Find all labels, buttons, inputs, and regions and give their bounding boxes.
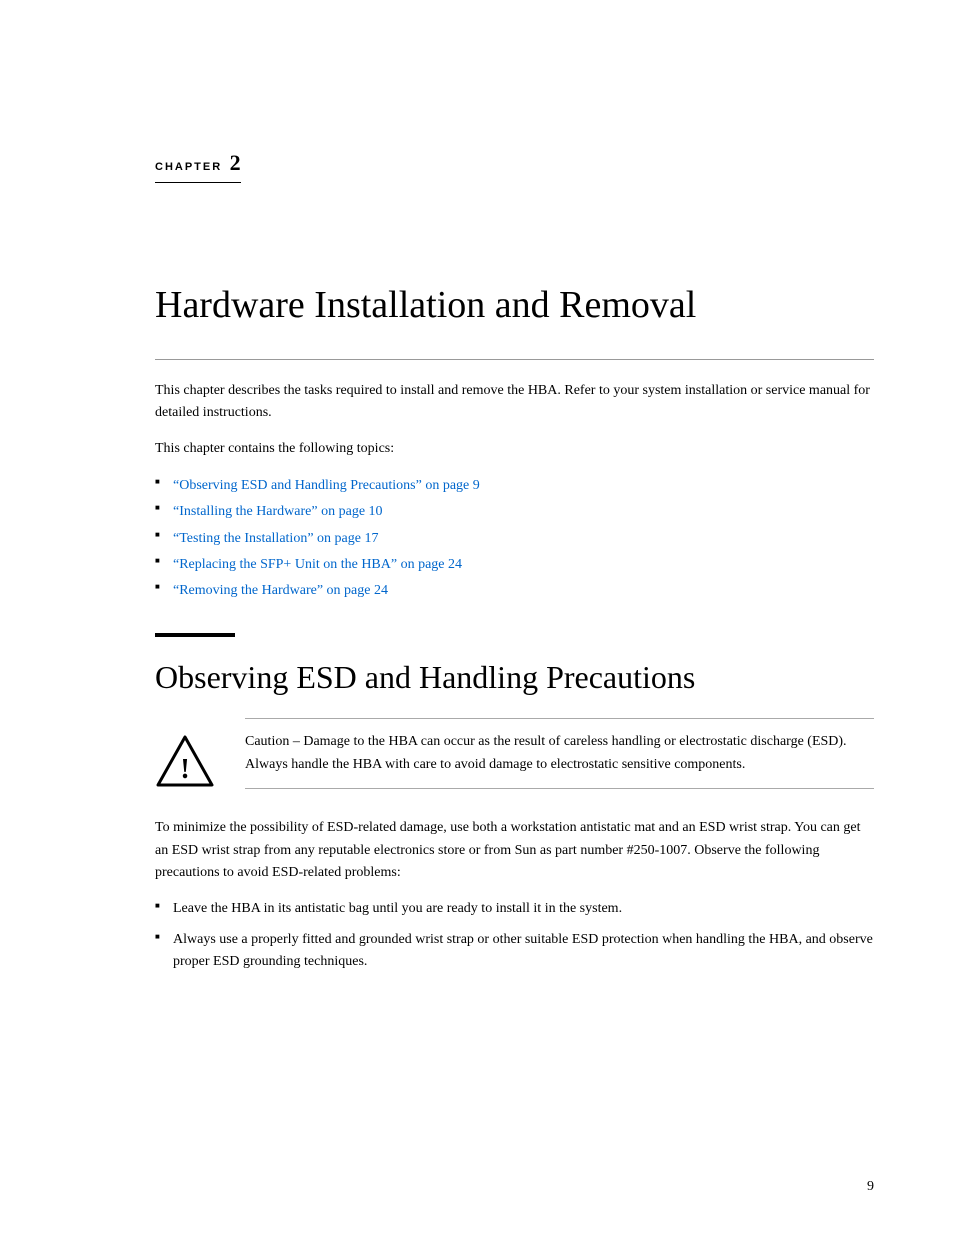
topic-link-4[interactable]: “Replacing the SFP+ Unit on the HBA” on … (173, 557, 462, 572)
intro-paragraph-2: This chapter contains the following topi… (155, 438, 874, 460)
caution-label: Caution – (245, 734, 300, 749)
chapter-divider (155, 359, 874, 360)
list-item: “Testing the Installation” on page 17 (155, 528, 874, 550)
esd-paragraph: To minimize the possibility of ESD-relat… (155, 817, 874, 884)
chapter-title: Hardware Installation and Removal (155, 283, 874, 329)
topics-list: “Observing ESD and Handling Precautions”… (155, 475, 874, 603)
caution-text: Caution – Damage to the HBA can occur as… (245, 718, 874, 789)
caution-box: ! Caution – Damage to the HBA can occur … (155, 718, 874, 797)
list-item: “Observing ESD and Handling Precautions”… (155, 475, 874, 497)
section-divider-bar (155, 633, 235, 637)
list-item: “Installing the Hardware” on page 10 (155, 501, 874, 523)
chapter-label: Chapter (155, 161, 222, 173)
topic-link-5[interactable]: “Removing the Hardware” on page 24 (173, 583, 388, 598)
caution-body: Damage to the HBA can occur as the resul… (245, 734, 847, 771)
page: Chapter 2 Hardware Installation and Remo… (0, 0, 954, 1235)
list-item: “Removing the Hardware” on page 24 (155, 580, 874, 602)
warning-triangle-icon: ! (155, 732, 215, 792)
chapter-label-area: Chapter 2 (155, 150, 241, 183)
esd-bullet-list: Leave the HBA in its antistatic bag unti… (155, 898, 874, 973)
intro-paragraph-1: This chapter describes the tasks require… (155, 380, 874, 425)
list-item: Always use a properly fitted and grounde… (155, 929, 874, 974)
caution-icon: ! (155, 732, 215, 797)
caution-icon-col: ! (155, 718, 245, 797)
content-area: Chapter 2 Hardware Installation and Remo… (155, 0, 874, 974)
svg-text:!: ! (180, 754, 189, 785)
page-number: 9 (867, 1179, 874, 1195)
list-item: Leave the HBA in its antistatic bag unti… (155, 898, 874, 920)
section-title: Observing ESD and Handling Precautions (155, 657, 874, 699)
topic-link-2[interactable]: “Installing the Hardware” on page 10 (173, 504, 383, 519)
topic-link-1[interactable]: “Observing ESD and Handling Precautions”… (173, 478, 480, 493)
list-item: “Replacing the SFP+ Unit on the HBA” on … (155, 554, 874, 576)
topic-link-3[interactable]: “Testing the Installation” on page 17 (173, 531, 378, 546)
chapter-number: 2 (230, 150, 241, 175)
